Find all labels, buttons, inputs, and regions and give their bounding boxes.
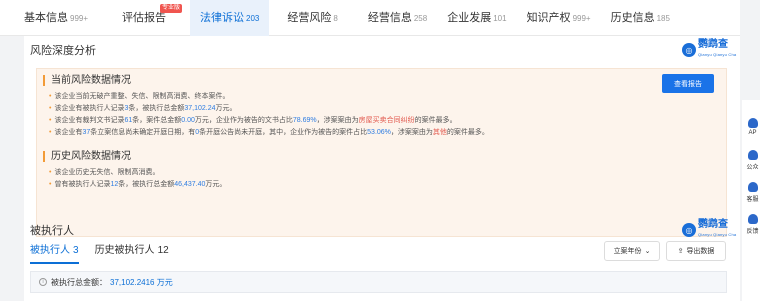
tab-label: 企业发展	[447, 11, 492, 24]
filing-year-filter[interactable]: 立案年份 ⌄	[604, 241, 660, 261]
export-data-button[interactable]: ⇪ 导出数据	[666, 241, 726, 261]
chevron-down-icon: ⌄	[644, 248, 651, 255]
tab-label: 历史信息	[610, 11, 655, 24]
pro-badge: 专业版	[160, 3, 183, 13]
brand-logo: ◎ 鹦鹉查 Qianyu Qianyu Cha	[682, 220, 736, 240]
sidebar-feedback-item[interactable]: 反馈	[745, 214, 760, 235]
history-risk-line-2: 曾有被执行人记录12条，被执行总金额46,437.40万元。	[49, 180, 226, 190]
tab-label: 经营信息	[367, 11, 412, 24]
executed-subtabs: 被执行人 3 历史被执行人 12	[30, 241, 185, 264]
tab-intellectual-property[interactable]: 知识产权 999+	[517, 0, 601, 36]
tab-count: 185	[656, 13, 670, 23]
executed-person-title: 被执行人	[30, 225, 74, 237]
current-risk-line-1: 该企业当前无破产重整、失信、限制高消费、终本案件。	[49, 92, 229, 102]
logo-icon: ◎	[682, 223, 696, 237]
export-label: 导出数据	[686, 248, 715, 255]
summary-label: 被执行总金额：	[51, 277, 107, 287]
tab-company-development[interactable]: 企业发展 101	[437, 0, 516, 36]
tab-label: 知识产权	[526, 11, 571, 24]
tab-count: 101	[493, 13, 507, 23]
headset-icon	[747, 182, 758, 192]
right-floating-sidebar: AP 公众 客服 反馈	[740, 0, 760, 301]
user-icon	[747, 150, 758, 160]
tab-count: 999+	[70, 13, 89, 23]
logo-subtext: Qianyu Qianyu Cha	[698, 232, 737, 237]
tab-label: 经营风险	[287, 11, 332, 24]
tab-label: 基本信息	[24, 11, 68, 24]
tab-operating-info[interactable]: 经营信息 258	[358, 0, 437, 36]
filter-label: 立案年份	[613, 248, 642, 255]
executed-total-summary: i 被执行总金额： 37,102.2416 万元	[30, 271, 727, 293]
tab-count: 258	[413, 13, 428, 23]
logo-text: 鹦鹉查	[698, 39, 728, 50]
tab-label: 法律诉讼	[200, 11, 245, 24]
current-risk-line-4: 该企业有37条立案信息尚未确定开庭日期，有0条开庭公告尚未开庭，其中，企业作为被…	[49, 128, 488, 138]
risk-analysis-title: 风险深度分析	[30, 45, 96, 57]
sidebar-app-item[interactable]: AP	[745, 118, 760, 136]
current-risk-heading: 当前风险数据情况	[43, 75, 131, 86]
logo-subtext: Qianyu Qianyu Cha	[698, 52, 737, 57]
info-icon: i	[39, 278, 47, 286]
main-panel: 风险深度分析 ◎ 鹦鹉查 Qianyu Qianyu Cha 查看报告 当前风险数…	[24, 36, 740, 301]
brand-logo: ◎ 鹦鹉查 Qianyu Qianyu Cha	[682, 40, 736, 60]
feedback-icon	[747, 214, 758, 224]
tab-evaluation-report[interactable]: 评估报告 专业版	[112, 0, 183, 36]
tab-label: 评估报告	[122, 11, 167, 24]
current-risk-line-2: 该企业有被执行人记录3条，被执行总金额37,102.24万元。	[49, 104, 236, 114]
tab-count: 203	[246, 13, 260, 23]
subtab-executed-person[interactable]: 被执行人 3	[30, 241, 79, 264]
export-icon: ⇪	[677, 248, 684, 255]
tab-history-info[interactable]: 历史信息 185	[601, 0, 680, 36]
sidebar-service-item[interactable]: 客服	[745, 182, 760, 203]
app-icon	[747, 118, 758, 128]
logo-icon: ◎	[682, 43, 696, 57]
section-tab-bar: 基本信息 999+ 评估报告 专业版 法律诉讼 203 经营风险 8 经营信息 258 企…	[0, 0, 740, 36]
tab-legal-litigation[interactable]: 法律诉讼 203	[190, 0, 270, 36]
history-risk-line-1: 该企业历史无失信、限制高消费。	[49, 168, 159, 178]
history-risk-heading: 历史风险数据情况	[43, 151, 131, 162]
summary-value: 37,102.2416 万元	[110, 277, 173, 287]
tab-basic-info[interactable]: 基本信息 999+	[14, 0, 98, 36]
view-report-button[interactable]: 查看报告	[662, 74, 714, 93]
current-risk-line-3: 该企业有裁判文书记录61条，案件总金额0.00万元，企业作为被告的文书占比78.…	[49, 116, 456, 126]
logo-text: 鹦鹉查	[698, 219, 728, 230]
tab-operating-risk[interactable]: 经营风险 8	[277, 0, 347, 36]
risk-summary-box: 查看报告 当前风险数据情况 该企业当前无破产重整、失信、限制高消费、终本案件。 …	[36, 68, 727, 237]
sidebar-public-item[interactable]: 公众	[745, 150, 760, 171]
tab-count: 999+	[572, 13, 591, 23]
tab-count: 8	[333, 13, 338, 23]
subtab-history-executed-person[interactable]: 历史被执行人 12	[95, 241, 169, 264]
